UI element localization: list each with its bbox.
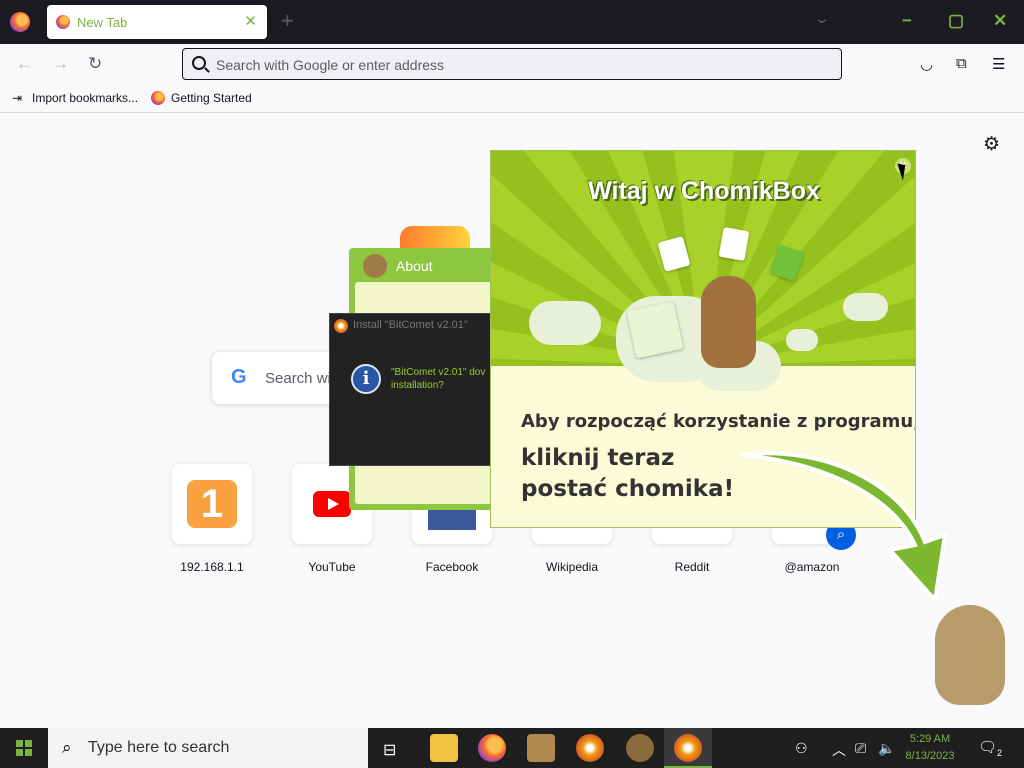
cloud-icon — [786, 329, 818, 351]
tab-list-icon[interactable]: ⌄ — [813, 10, 831, 27]
cta-line2: postać chomika! — [521, 476, 735, 502]
book-file-icon — [769, 244, 805, 282]
taskbar-search[interactable]: ⌕ Type here to search — [48, 728, 368, 768]
chomikbox-call-to-action: kliknij teraz postać chomika! — [521, 443, 734, 505]
pocket-icon[interactable]: ◡ — [920, 55, 933, 73]
google-icon: G — [231, 366, 247, 388]
people-icon[interactable]: ⚇ — [795, 740, 808, 757]
music-file-icon — [626, 301, 684, 359]
bitcomet-icon — [334, 319, 348, 333]
new-tab-button[interactable]: + — [281, 8, 294, 34]
address-bar[interactable]: Search with Google or enter address — [182, 48, 842, 80]
site-label: Wikipedia — [545, 560, 599, 574]
cloud-icon — [843, 293, 888, 321]
hamster-mascot[interactable] — [701, 276, 756, 368]
chomikbox-taskbar-icon[interactable] — [527, 734, 555, 762]
extensions-icon[interactable]: ⧉ — [956, 55, 967, 72]
search-icon: ⌕ — [62, 738, 72, 757]
site-label: Facebook — [425, 560, 479, 574]
clock-date: 8/13/2023 — [905, 750, 955, 762]
bookmark-getting-started[interactable]: Getting Started — [171, 91, 252, 105]
start-button[interactable] — [0, 728, 48, 768]
bookmarks-bar: ⇥ Import bookmarks... Getting Started — [0, 84, 1024, 113]
notifications-icon[interactable]: 🗨2 — [978, 738, 1002, 758]
site-label: 192.168.1.1 — [180, 560, 244, 574]
bitcomet-installer-taskbar-icon — [674, 734, 702, 762]
close-window-button[interactable]: ✕ — [993, 11, 1007, 31]
site-label: YouTube — [308, 560, 356, 574]
about-title: About — [396, 258, 433, 274]
site-tile: 1 — [172, 464, 252, 544]
hamster-icon — [363, 254, 387, 278]
back-button[interactable]: ← — [16, 54, 33, 74]
info-icon: i — [351, 364, 381, 394]
photo-file-icon — [718, 226, 750, 262]
tab-close-icon[interactable]: ✕ — [244, 12, 257, 30]
reload-button[interactable]: ↻ — [88, 54, 102, 74]
bitcomet-install-dialog[interactable]: Install "BitComet v2.01" i "BitComet v2.… — [329, 313, 499, 466]
menu-icon[interactable]: ☰ — [992, 55, 1005, 73]
router-icon: 1 — [187, 480, 237, 528]
clock[interactable]: 5:29 AM 8/13/2023 — [900, 731, 960, 765]
search-icon — [192, 56, 206, 70]
chomikbox-instruction: Aby rozpocząć korzystanie z programu, — [521, 411, 916, 432]
notification-count: 2 — [997, 748, 1003, 758]
arrow-icon — [740, 451, 948, 600]
taskbar-search-placeholder: Type here to search — [88, 739, 230, 756]
cloud-icon — [529, 301, 601, 345]
windows-icon — [16, 740, 32, 756]
youtube-icon — [313, 491, 351, 517]
dialog-message-line2: installation? — [391, 380, 444, 391]
restore-button[interactable]: ▢ — [948, 11, 964, 31]
dialog-message-line1: "BitComet v2.01" dov — [391, 367, 486, 378]
file-explorer-icon[interactable] — [430, 734, 458, 762]
dialog-message: "BitComet v2.01" dov installation? — [391, 366, 485, 392]
import-icon: ⇥ — [12, 91, 23, 105]
gear-icon[interactable]: ⚙ — [983, 133, 1000, 156]
bookmark-import[interactable]: Import bookmarks... — [32, 91, 138, 105]
volume-muted-icon[interactable]: 🔈 — [878, 740, 895, 757]
hamster-taskbar-icon[interactable] — [626, 734, 654, 762]
chomikbox-heading: Witaj w ChomikBox — [588, 177, 820, 205]
firefox-icon[interactable] — [10, 12, 30, 32]
dialog-title: Install "BitComet v2.01" — [353, 319, 468, 331]
bitcomet-taskbar-icon[interactable] — [576, 734, 604, 762]
minimize-button[interactable]: − — [902, 11, 912, 31]
tab-new-tab[interactable]: New Tab ✕ — [47, 5, 267, 39]
active-app-slot[interactable] — [664, 728, 712, 768]
clock-time: 5:29 AM — [909, 733, 951, 745]
firefox-decor-icon — [400, 226, 470, 248]
network-icon[interactable]: ⎚ — [855, 740, 866, 757]
tab-title: New Tab — [77, 15, 128, 30]
firefox-taskbar-icon[interactable] — [478, 734, 506, 762]
task-view-icon[interactable]: ⊟ — [383, 740, 396, 760]
site-label: Reddit — [674, 560, 710, 574]
cta-line1: kliknij teraz — [521, 445, 675, 471]
newtab-search-placeholder: Search wi — [265, 370, 331, 387]
title-bar: New Tab ✕ + ⌄ − ▢ ✕ — [0, 0, 1024, 44]
chevron-up-icon[interactable]: ︿ — [832, 740, 846, 760]
forward-button[interactable]: → — [52, 54, 69, 74]
hamster-mascot-corner[interactable] — [935, 605, 1005, 705]
top-site-192[interactable]: 1 192.168.1.1 — [172, 464, 252, 574]
taskbar: ⌕ Type here to search ⊟ ⚇ ︿ ⎚ 🔈 5:29 AM … — [0, 728, 1024, 768]
firefox-tab-icon — [56, 15, 70, 29]
firefox-bookmark-icon — [151, 91, 165, 105]
image-file-icon — [657, 236, 691, 272]
navigation-bar: ← → ↻ Search with Google or enter addres… — [0, 44, 1024, 84]
address-placeholder: Search with Google or enter address — [216, 57, 445, 73]
